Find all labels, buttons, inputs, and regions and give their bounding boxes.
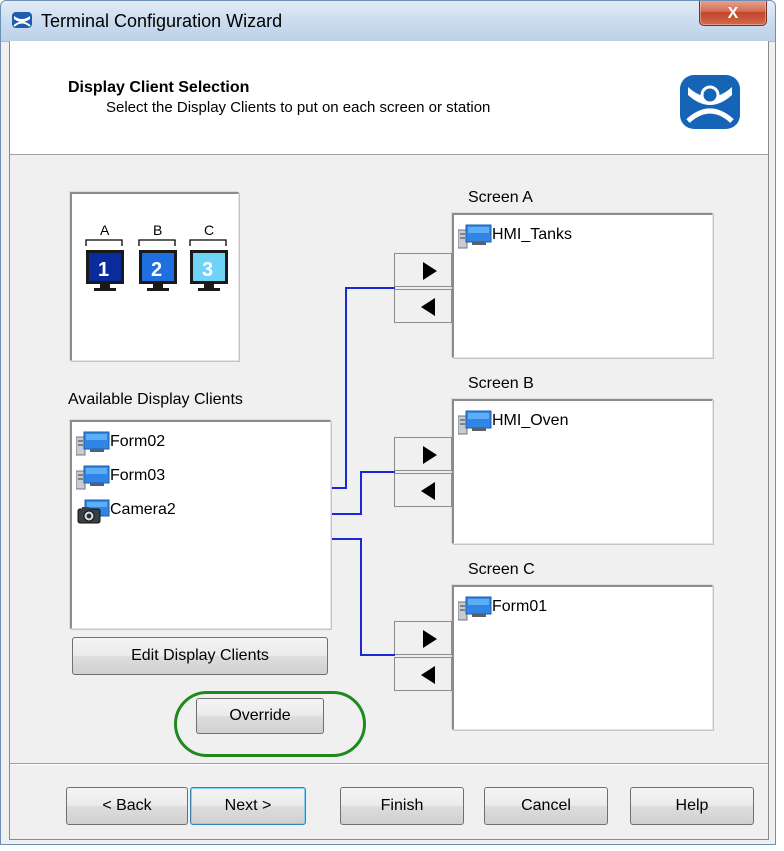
wizard-header: Display Client Selection Select the Disp…	[10, 41, 768, 155]
list-item[interactable]: HMI_Oven	[458, 409, 698, 433]
add-to-screen-b-button[interactable]	[394, 437, 452, 471]
arrow-left-icon	[421, 482, 435, 500]
screen-bracket	[85, 239, 123, 246]
list-item[interactable]: Camera2	[76, 498, 316, 522]
arrow-right-icon	[423, 630, 437, 648]
screen-letter-b: B	[153, 222, 163, 238]
camera-icon	[76, 499, 110, 525]
available-clients-label: Available Display Clients	[68, 391, 243, 408]
arrow-left-icon	[421, 298, 435, 316]
next-button[interactable]: Next >	[190, 787, 306, 825]
terminal-display-client-icon	[76, 431, 110, 457]
monitor-base	[147, 288, 169, 291]
thinmanager-logo-icon	[680, 75, 740, 129]
screen-b-list[interactable]: HMI_Oven	[452, 399, 713, 544]
screen-letter-a: A	[100, 222, 110, 238]
screen-c-list[interactable]: Form01	[452, 585, 713, 730]
screen-letter-c: C	[204, 222, 215, 238]
screen-number-3: 3	[202, 259, 214, 281]
screen-a-list[interactable]: HMI_Tanks	[452, 213, 713, 358]
remove-from-screen-b-button[interactable]	[394, 473, 452, 507]
screen-c-label: Screen C	[468, 561, 535, 578]
list-item-label: Camera2	[110, 501, 176, 518]
close-button[interactable]: X	[699, 1, 767, 26]
terminal-display-client-icon	[458, 224, 492, 250]
terminal-display-client-icon	[458, 410, 492, 436]
footer-separator	[10, 763, 768, 765]
edit-display-clients-button[interactable]: Edit Display Clients	[72, 637, 328, 675]
screen-bracket	[189, 239, 227, 246]
list-item-label: Form02	[110, 433, 166, 450]
monitor-base	[94, 288, 116, 291]
list-item-label: Form03	[110, 467, 166, 484]
add-to-screen-a-button[interactable]	[394, 253, 452, 287]
help-button[interactable]: Help	[630, 787, 754, 825]
terminal-display-client-icon	[76, 465, 110, 491]
wizard-window: Terminal Configuration Wizard X Display …	[0, 0, 776, 845]
arrow-right-icon	[423, 446, 437, 464]
arrow-right-icon	[423, 262, 437, 280]
back-button[interactable]: < Back	[66, 787, 188, 825]
remove-from-screen-a-button[interactable]	[394, 289, 452, 323]
thinmanager-logo-icon	[12, 12, 32, 28]
list-item-label: HMI_Tanks	[492, 226, 573, 243]
page-subtitle: Select the Display Clients to put on eac…	[106, 99, 491, 116]
list-item[interactable]: HMI_Tanks	[458, 223, 698, 247]
finish-button[interactable]: Finish	[340, 787, 464, 825]
list-item-label: HMI_Oven	[492, 412, 569, 429]
list-item[interactable]: Form01	[458, 595, 698, 619]
override-button[interactable]: Override	[196, 698, 324, 734]
close-icon: X	[727, 5, 739, 22]
list-item[interactable]: Form02	[76, 430, 316, 454]
remove-from-screen-c-button[interactable]	[394, 657, 452, 691]
add-to-screen-c-button[interactable]	[394, 621, 452, 655]
list-item-label: Form01	[492, 598, 548, 615]
arrow-left-icon	[421, 666, 435, 684]
screen-number-1: 1	[98, 259, 110, 281]
title-bar: Terminal Configuration Wizard X	[1, 1, 775, 42]
page-title: Display Client Selection	[68, 79, 250, 96]
window-title: Terminal Configuration Wizard	[41, 11, 283, 31]
available-clients-list[interactable]: Form02 Form03 Camera2	[70, 420, 331, 629]
cancel-button[interactable]: Cancel	[484, 787, 608, 825]
screen-bracket	[138, 239, 176, 246]
screen-layout-preview: A B C 1 2 3	[70, 192, 239, 361]
monitor-base	[198, 288, 220, 291]
screen-number-2: 2	[151, 259, 163, 281]
list-item[interactable]: Form03	[76, 464, 316, 488]
screen-a-label: Screen A	[468, 189, 533, 206]
screen-b-label: Screen B	[468, 375, 534, 392]
wizard-body: Display Client Selection Select the Disp…	[9, 41, 769, 840]
terminal-display-client-icon	[458, 596, 492, 622]
